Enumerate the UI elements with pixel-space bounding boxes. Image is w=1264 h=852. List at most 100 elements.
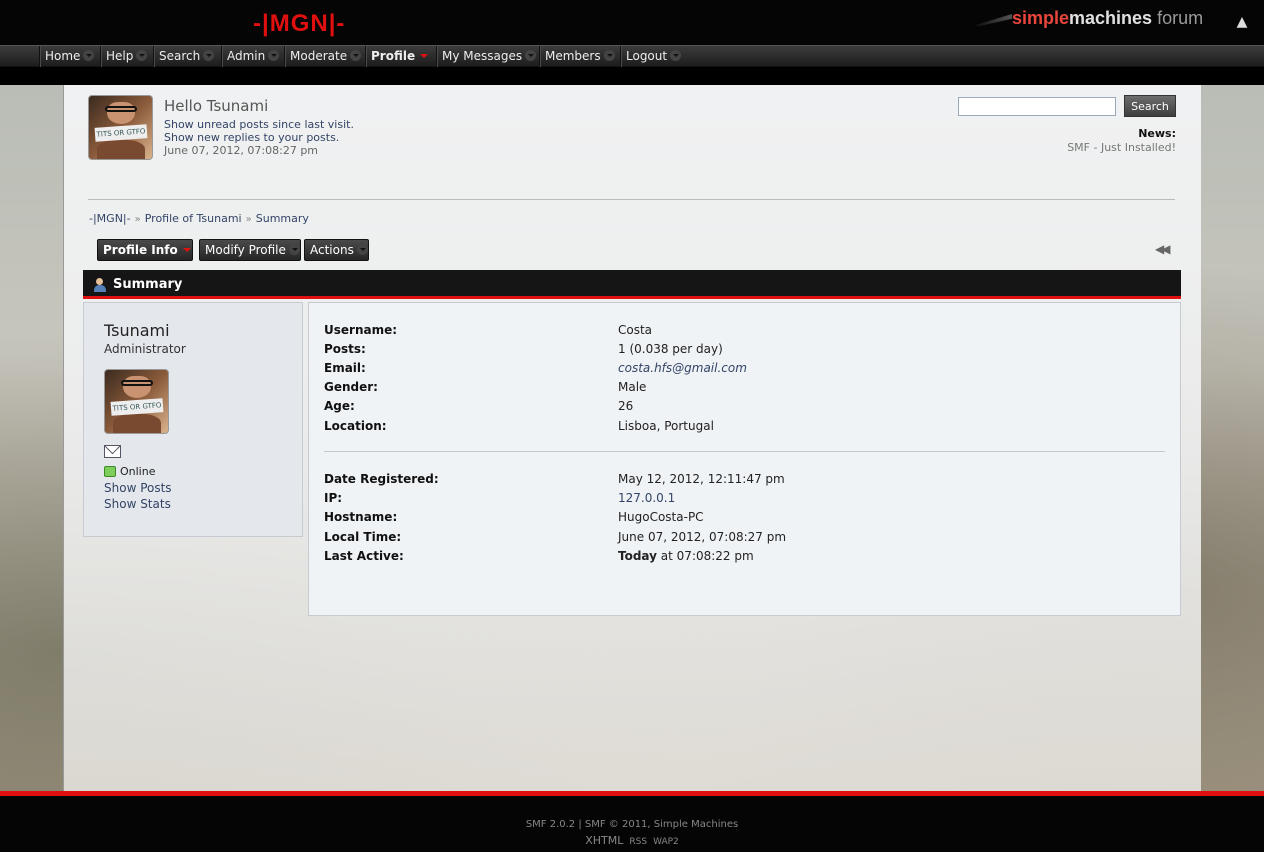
user-avatar: TITS OR GTFO bbox=[88, 95, 153, 160]
logo-simple: simple bbox=[1012, 8, 1070, 28]
chevron-down-icon bbox=[350, 50, 362, 61]
header-bar: -|MGN|- simplemachines forum ▲ bbox=[0, 0, 1264, 45]
menu-members-label: Members bbox=[545, 49, 601, 63]
tab-modify-profile[interactable]: Modify Profile bbox=[199, 239, 301, 261]
detail-key: Local Time: bbox=[324, 530, 402, 544]
detail-key: Last Active: bbox=[324, 549, 404, 563]
chevron-down-icon bbox=[268, 50, 280, 61]
footer-copyright[interactable]: SMF 2.0.2 | SMF © 2011, Simple Machines bbox=[0, 819, 1264, 830]
detail-row-hostname: Hostname: HugoCosta-PC bbox=[324, 510, 1164, 526]
detail-key: Hostname: bbox=[324, 510, 398, 524]
detail-value: Today at 07:08:22 pm bbox=[618, 549, 754, 563]
detail-key: Age: bbox=[324, 399, 355, 413]
detail-row-last-active: Last Active: Today at 07:08:22 pm bbox=[324, 549, 1164, 565]
detail-key: Gender: bbox=[324, 380, 378, 394]
profile-position: Administrator bbox=[104, 342, 186, 356]
breadcrumb-summary[interactable]: Summary bbox=[256, 212, 309, 225]
breadcrumb-separator-icon: » bbox=[245, 214, 252, 225]
divider bbox=[88, 199, 1175, 200]
detail-value: Male bbox=[618, 380, 647, 394]
show-stats-link[interactable]: Show Stats bbox=[104, 497, 171, 511]
unread-posts-link[interactable]: Show unread posts since last visit. bbox=[164, 118, 354, 131]
menu-help[interactable]: Help bbox=[100, 46, 148, 67]
detail-row-username: Username: Costa bbox=[324, 323, 1164, 339]
last-active-time: at 07:08:22 pm bbox=[656, 549, 754, 563]
site-title[interactable]: -|MGN|- bbox=[253, 10, 345, 38]
header-spacer bbox=[0, 67, 1264, 85]
menu-members[interactable]: Members bbox=[539, 46, 615, 67]
chevron-down-icon bbox=[288, 244, 300, 255]
section-title: Summary bbox=[113, 277, 183, 292]
xhtml-link[interactable]: XHTML bbox=[585, 834, 623, 847]
menu-admin[interactable]: Admin bbox=[221, 46, 280, 67]
menu-moderate[interactable]: Moderate bbox=[284, 46, 362, 67]
detail-row-location: Location: Lisboa, Portugal bbox=[324, 419, 1164, 435]
last-active-day: Today bbox=[618, 549, 657, 563]
detail-value: 1 (0.038 per day) bbox=[618, 342, 723, 356]
news-label: News: bbox=[1138, 127, 1176, 140]
profile-name: Tsunami bbox=[104, 321, 170, 340]
detail-key: Username: bbox=[324, 323, 398, 337]
logo-machines: machines bbox=[1069, 8, 1153, 28]
collapse-icon[interactable]: ◀◀ bbox=[1155, 242, 1171, 256]
menu-search-label: Search bbox=[159, 49, 201, 63]
user-icon bbox=[93, 278, 107, 292]
chevron-down-icon bbox=[418, 50, 429, 61]
online-status-icon bbox=[104, 466, 116, 477]
menu-my-messages[interactable]: My Messages bbox=[436, 46, 537, 67]
smf-logo[interactable]: simplemachines forum bbox=[972, 8, 1212, 32]
menu-admin-label: Admin bbox=[227, 49, 266, 63]
detail-row-gender: Gender: Male bbox=[324, 380, 1164, 396]
detail-key: Date Registered: bbox=[324, 472, 439, 486]
detail-key: Email: bbox=[324, 361, 366, 375]
new-replies-link[interactable]: Show new replies to your posts. bbox=[164, 131, 339, 144]
wap2-link[interactable]: WAP2 bbox=[653, 837, 679, 847]
profile-avatar: TITS OR GTFO bbox=[104, 369, 169, 434]
menu-search[interactable]: Search bbox=[153, 46, 215, 67]
greeting: Hello Tsunami bbox=[164, 97, 269, 115]
detail-row-date-registered: Date Registered: May 12, 2012, 12:11:47 p… bbox=[324, 472, 1164, 488]
detail-value: Lisboa, Portugal bbox=[618, 419, 714, 433]
search-input[interactable] bbox=[958, 97, 1116, 116]
rss-link[interactable]: RSS bbox=[629, 837, 647, 847]
menu-messages-label: My Messages bbox=[442, 49, 523, 63]
main-menu: Home Help Search Admin Moderate Profile … bbox=[0, 45, 1264, 67]
tab-profile-info[interactable]: Profile Info bbox=[97, 239, 193, 261]
tab-actions-label: Actions bbox=[310, 243, 354, 257]
ip-link[interactable]: 127.0.0.1 bbox=[618, 491, 675, 505]
detail-key: IP: bbox=[324, 491, 343, 505]
detail-row-local-time: Local Time: June 07, 2012, 07:08:27 pm bbox=[324, 530, 1164, 546]
menu-help-label: Help bbox=[106, 49, 134, 63]
smf-swoosh-icon bbox=[972, 14, 1012, 26]
tab-profile-info-label: Profile Info bbox=[103, 243, 178, 257]
menu-profile[interactable]: Profile bbox=[365, 46, 429, 67]
current-date: June 07, 2012, 07:08:27 pm bbox=[164, 144, 319, 157]
menu-home[interactable]: Home bbox=[39, 46, 95, 67]
menu-home-label: Home bbox=[45, 49, 81, 63]
tab-actions[interactable]: Actions bbox=[304, 239, 369, 261]
breadcrumb-home[interactable]: -|MGN|- bbox=[89, 212, 131, 225]
detail-value: June 07, 2012, 07:08:27 pm bbox=[618, 530, 787, 544]
detail-key: Location: bbox=[324, 419, 387, 433]
footer-links: XHTML RSS WAP2 bbox=[0, 834, 1264, 847]
breadcrumb-profile[interactable]: Profile of Tsunami bbox=[145, 212, 242, 225]
detail-value: May 12, 2012, 12:11:47 pm bbox=[618, 472, 785, 486]
email-link[interactable]: costa.hfs@gmail.com bbox=[618, 361, 747, 375]
menu-logout[interactable]: Logout bbox=[620, 46, 682, 67]
detail-row-age: Age: 26 bbox=[324, 399, 1164, 415]
detail-key: Posts: bbox=[324, 342, 366, 356]
email-icon[interactable] bbox=[104, 445, 121, 458]
detail-value: HugoCosta-PC bbox=[618, 510, 704, 524]
show-posts-link[interactable]: Show Posts bbox=[104, 481, 172, 495]
detail-value: Costa bbox=[618, 323, 653, 337]
chevron-down-icon bbox=[603, 50, 615, 61]
profile-details: Username: Costa Posts: 1 (0.038 per day) E… bbox=[308, 302, 1181, 616]
breadcrumb: -|MGN|-» Profile of Tsunami» Summary bbox=[89, 212, 309, 225]
search-button[interactable]: Search bbox=[1124, 95, 1176, 117]
footer: SMF 2.0.2 | SMF © 2011, Simple Machines … bbox=[0, 796, 1264, 852]
upshrink-icon[interactable]: ▲ bbox=[1234, 14, 1250, 30]
menu-profile-label: Profile bbox=[371, 49, 416, 63]
detail-row-ip: IP: 127.0.0.1 bbox=[324, 491, 1164, 507]
avatar-sign-text: TITS OR GTFO bbox=[94, 124, 148, 142]
divider bbox=[324, 451, 1165, 452]
